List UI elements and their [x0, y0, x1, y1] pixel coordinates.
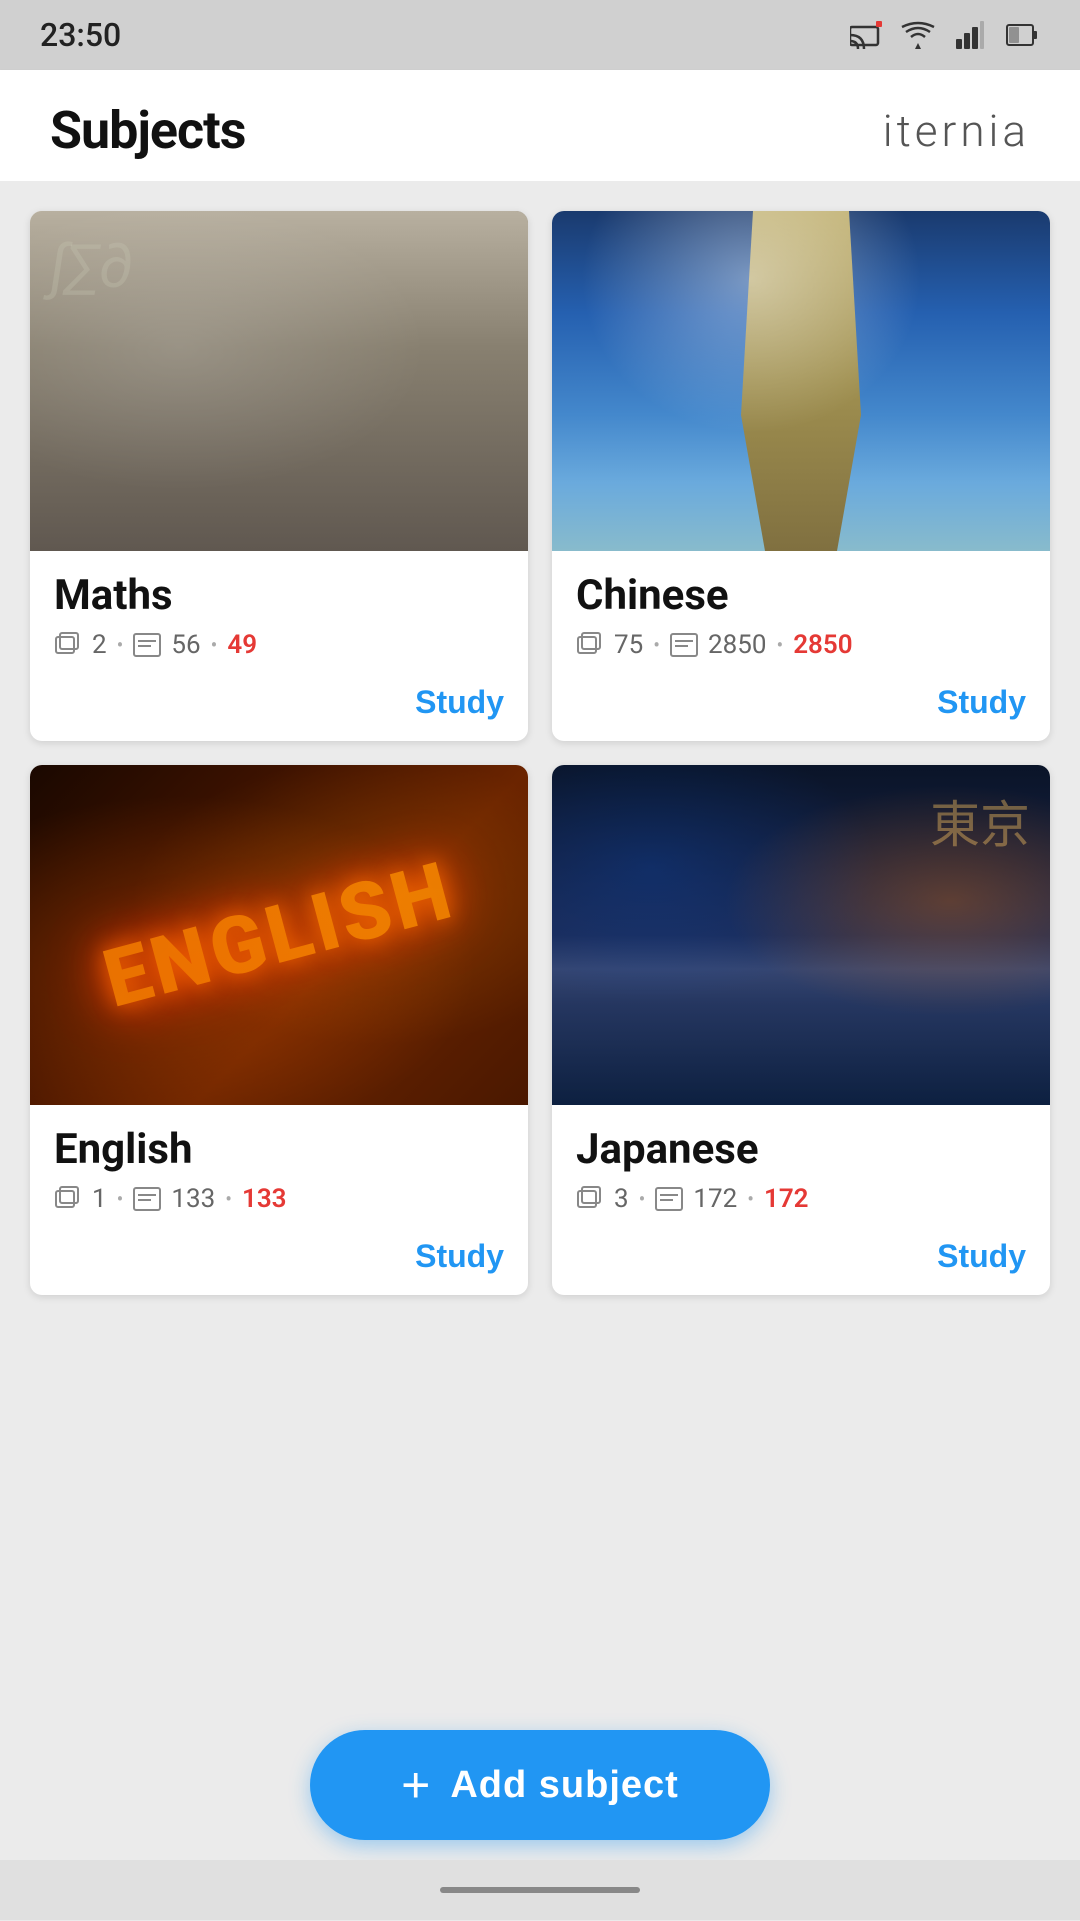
app-brand: iternia [883, 105, 1030, 157]
stat-dot-2: • [225, 1187, 232, 1211]
deck-count: 1 [92, 1184, 107, 1214]
overdue-count: 49 [227, 630, 257, 660]
cast-icon [848, 17, 884, 53]
card-icon [133, 1187, 161, 1211]
app-header: Subjects iternia [0, 70, 1080, 181]
status-icons [848, 17, 1040, 53]
deck-icon [54, 1185, 82, 1213]
stat-dot-2: • [211, 633, 218, 657]
stat-dot-2: • [776, 633, 783, 657]
card-body-maths: Maths 2 • 56 • 49 [30, 551, 528, 741]
card-stats-english: 1 • 133 • 133 [54, 1184, 504, 1214]
signal-icon [952, 17, 988, 53]
card-stats-japanese: 3 • 172 • 172 [576, 1184, 1026, 1214]
cards-count: 56 [171, 630, 200, 660]
battery-icon [1004, 17, 1040, 53]
card-icon [133, 633, 161, 657]
card-title-maths: Maths [54, 571, 504, 620]
study-button-english[interactable]: Study [54, 1234, 504, 1279]
card-icon [655, 1187, 683, 1211]
stat-dot-1: • [117, 1187, 124, 1211]
status-bar: 23:50 [0, 0, 1080, 70]
card-body-japanese: Japanese 3 • 172 • 172 [552, 1105, 1050, 1295]
stat-dot-1: • [653, 633, 660, 657]
card-stats-maths: 2 • 56 • 49 [54, 630, 504, 660]
deck-count: 75 [614, 630, 643, 660]
deck-count: 2 [92, 630, 107, 660]
study-button-japanese[interactable]: Study [576, 1234, 1026, 1279]
card-icon [670, 633, 698, 657]
stat-dot-2: • [747, 1187, 754, 1211]
deck-count: 3 [614, 1184, 629, 1214]
card-title-japanese: Japanese [576, 1125, 1026, 1174]
subject-card-chinese[interactable]: Chinese 75 • 2850 • 2850 [552, 211, 1050, 741]
add-subject-plus-icon: + [401, 1760, 430, 1810]
card-body-english: English 1 • 133 • 133 [30, 1105, 528, 1295]
card-image-maths [30, 211, 528, 551]
subject-card-maths[interactable]: Maths 2 • 56 • 49 [30, 211, 528, 741]
card-image-japanese [552, 765, 1050, 1105]
stat-dot-1: • [117, 633, 124, 657]
study-button-chinese[interactable]: Study [576, 680, 1026, 725]
cards-count: 172 [693, 1184, 737, 1214]
stat-dot-1: • [639, 1187, 646, 1211]
status-time: 23:50 [40, 16, 121, 54]
card-title-chinese: Chinese [576, 571, 1026, 620]
overdue-count: 172 [764, 1184, 809, 1214]
add-subject-button[interactable]: + Add subject [310, 1730, 770, 1840]
page-title: Subjects [50, 100, 245, 161]
card-body-chinese: Chinese 75 • 2850 • 2850 [552, 551, 1050, 741]
deck-icon [54, 631, 82, 659]
card-stats-chinese: 75 • 2850 • 2850 [576, 630, 1026, 660]
wifi-icon [900, 17, 936, 53]
subject-card-japanese[interactable]: Japanese 3 • 172 • 172 [552, 765, 1050, 1295]
bottom-navigation-bar [0, 1860, 1080, 1920]
overdue-count: 2850 [793, 630, 852, 660]
add-subject-label: Add subject [450, 1764, 678, 1807]
main-content: Maths 2 • 56 • 49 [0, 181, 1080, 1921]
deck-icon [576, 1185, 604, 1213]
overdue-count: 133 [242, 1184, 287, 1214]
card-title-english: English [54, 1125, 504, 1174]
study-button-maths[interactable]: Study [54, 680, 504, 725]
card-image-chinese [552, 211, 1050, 551]
cards-count: 2850 [708, 630, 766, 660]
card-image-english [30, 765, 528, 1105]
cards-count: 133 [171, 1184, 215, 1214]
subject-card-english[interactable]: English 1 • 133 • 133 [30, 765, 528, 1295]
home-indicator [440, 1887, 640, 1893]
subjects-grid: Maths 2 • 56 • 49 [30, 211, 1050, 1295]
deck-icon [576, 631, 604, 659]
